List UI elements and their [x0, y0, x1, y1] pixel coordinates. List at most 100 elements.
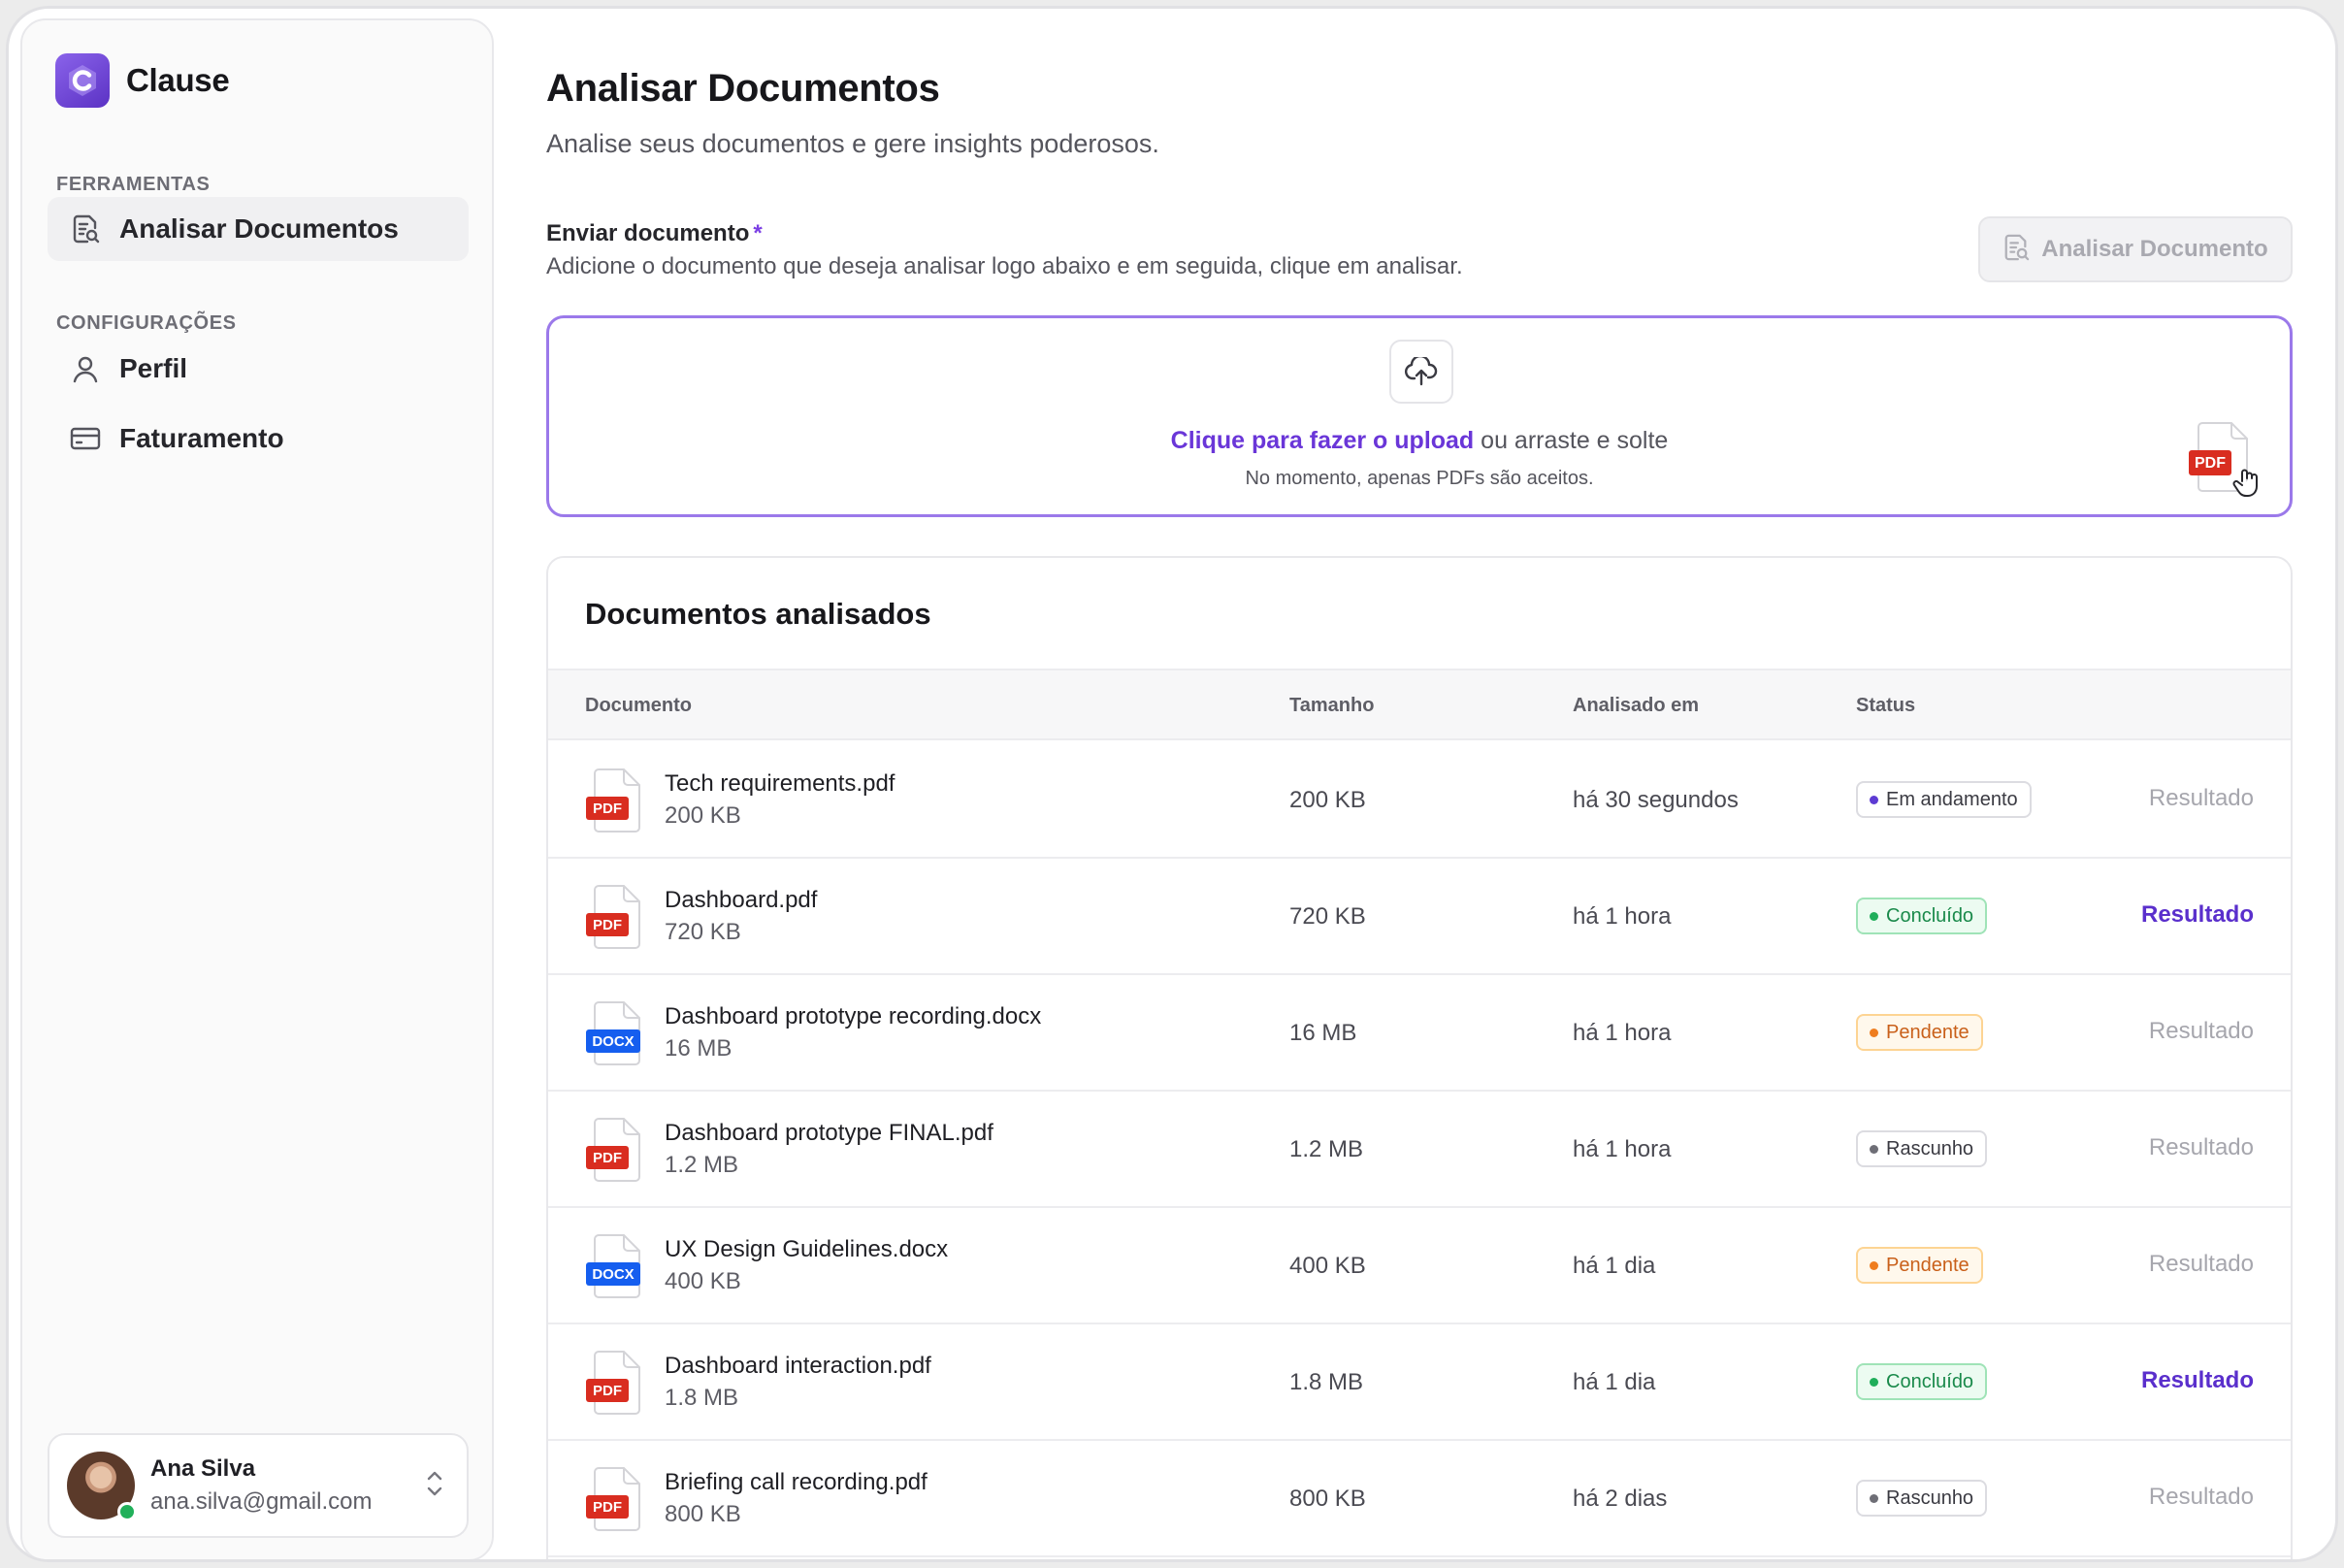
upload-link[interactable]: Clique para fazer o upload — [1171, 427, 1475, 454]
file-name[interactable]: Briefing call recording.pdf — [665, 1469, 928, 1496]
file-name[interactable]: Dashboard interaction.pdf — [665, 1353, 931, 1380]
avatar — [67, 1452, 137, 1521]
status-dot — [1870, 911, 1878, 921]
status-dot — [1870, 1377, 1878, 1387]
section-label-tools: FERRAMENTAS — [56, 174, 211, 195]
column-header-status[interactable]: Status — [1856, 695, 1915, 717]
status-label: Concluído — [1886, 1370, 1974, 1392]
file-dropzone[interactable]: Clique para fazer o upload ou arraste e … — [546, 315, 2293, 517]
file-type-label: DOCX — [592, 1266, 634, 1283]
table-row[interactable]: DOCX UX Design Guidelines.docx 400 KB 400 K… — [548, 1208, 2291, 1324]
drag-file-type: PDF — [2195, 455, 2226, 472]
file-name[interactable]: UX Design Guidelines.docx — [665, 1236, 948, 1263]
column-header-analyzed-at[interactable]: Analisado em — [1573, 695, 1699, 717]
analyze-document-button[interactable]: Analisar Documento — [1978, 216, 2293, 282]
document-search-icon — [69, 212, 102, 245]
clause-logo-icon — [55, 53, 110, 108]
result-link[interactable]: Resultado — [2149, 1018, 2254, 1045]
upload-description: Adicione o documento que deseja analisar… — [546, 253, 1463, 279]
sidebar-item-label: Analisar Documentos — [119, 213, 399, 244]
sidebar-item-faturamento[interactable]: Faturamento — [48, 407, 469, 471]
status-badge: Rascunho — [1856, 1480, 1988, 1517]
section-label-settings: CONFIGURAÇÕES — [56, 312, 237, 334]
status-label: Rascunho — [1886, 1486, 1974, 1509]
status-dot — [1870, 1493, 1878, 1503]
file-name[interactable]: Dashboard prototype recording.docx — [665, 1003, 1041, 1030]
chevron-up-down-icon[interactable] — [424, 1468, 445, 1504]
result-link[interactable]: Resultado — [2141, 901, 2254, 929]
analyzed-at-cell: há 2 dias — [1573, 1486, 1668, 1512]
status-label: Pendente — [1886, 1254, 1970, 1276]
pdf-file-icon: PDF — [585, 1350, 647, 1421]
app-window: Clause FERRAMENTAS Analisar Documentos C… — [6, 6, 2338, 1562]
analyzed-at-cell: há 1 hora — [1573, 1136, 1672, 1162]
user-name: Ana Silva — [150, 1455, 256, 1482]
result-link[interactable]: Resultado — [2149, 1484, 2254, 1511]
status-badge: Pendente — [1856, 1247, 1983, 1284]
pdf-file-icon: PDF — [585, 768, 647, 838]
file-name[interactable]: Tech requirements.pdf — [665, 770, 895, 798]
result-link[interactable]: Resultado — [2149, 1251, 2254, 1278]
file-name[interactable]: Dashboard.pdf — [665, 887, 817, 914]
page-subtitle: Analise seus documentos e gere insights … — [546, 129, 1159, 158]
column-header-document[interactable]: Documento — [585, 695, 692, 717]
table-row[interactable]: PDF Dashboard prototype FINAL.pdf 1.2 MB 1.… — [548, 1092, 2291, 1208]
table-row[interactable]: DOCX Dashboard prototype recording.docx 16… — [548, 975, 2291, 1092]
file-size-subtitle: 1.8 MB — [665, 1385, 739, 1411]
file-size-cell: 16 MB — [1289, 1020, 1357, 1046]
status-dot — [1870, 1028, 1878, 1037]
file-type-label: DOCX — [592, 1033, 634, 1050]
analyzed-at-cell: há 1 dia — [1573, 1253, 1656, 1279]
status-badge: Concluído — [1856, 898, 1988, 934]
file-size-cell: 800 KB — [1289, 1486, 1366, 1512]
analyzed-at-cell: há 1 hora — [1573, 1020, 1672, 1046]
brand[interactable]: Clause — [55, 53, 230, 108]
required-mark: * — [753, 220, 763, 246]
status-badge: Em andamento — [1856, 781, 2032, 818]
file-size-cell: 1.2 MB — [1289, 1136, 1364, 1162]
file-size-subtitle: 720 KB — [665, 919, 741, 945]
file-size-cell: 200 KB — [1289, 787, 1366, 813]
status-badge: Concluído — [1856, 1363, 1988, 1400]
status-label: Em andamento — [1886, 788, 2018, 810]
sidebar-item-analisar-documentos[interactable]: Analisar Documentos — [48, 197, 469, 261]
file-size-cell: 400 KB — [1289, 1253, 1366, 1279]
file-size-subtitle: 16 MB — [665, 1035, 732, 1062]
dragged-pdf-file: PDF — [2189, 421, 2261, 507]
user-icon — [69, 352, 102, 385]
analyze-button-label: Analisar Documento — [2041, 236, 2268, 262]
result-link[interactable]: Resultado — [2149, 1134, 2254, 1161]
online-status-dot — [117, 1502, 137, 1521]
result-link[interactable]: Resultado — [2141, 1367, 2254, 1394]
file-type-label: PDF — [593, 1383, 622, 1399]
status-label: Rascunho — [1886, 1137, 1974, 1160]
column-header-size[interactable]: Tamanho — [1289, 695, 1374, 717]
page-title: Analisar Documentos — [546, 67, 940, 110]
dropzone-note: No momento, apenas PDFs são aceitos. — [1245, 468, 1594, 489]
brand-name: Clause — [126, 62, 230, 98]
status-dot — [1870, 1260, 1878, 1270]
upload-label-text: Enviar documento — [546, 220, 750, 246]
sidebar-item-perfil[interactable]: Perfil — [48, 337, 469, 401]
file-size-subtitle: 400 KB — [665, 1268, 741, 1294]
file-size-cell: 720 KB — [1289, 903, 1366, 930]
user-email: ana.silva@gmail.com — [150, 1488, 373, 1515]
status-dot — [1870, 1144, 1878, 1154]
table-row[interactable]: PDF Briefing call recording.pdf 800 KB 800 … — [548, 1441, 2291, 1557]
file-name[interactable]: Dashboard prototype FINAL.pdf — [665, 1120, 993, 1147]
status-label: Pendente — [1886, 1021, 1970, 1043]
credit-card-icon — [69, 422, 102, 455]
status-label: Concluído — [1886, 904, 1974, 927]
user-menu[interactable]: Ana Silva ana.silva@gmail.com — [48, 1433, 469, 1538]
status-dot — [1870, 795, 1878, 804]
dropzone-instructions: Clique para fazer o upload ou arraste e … — [549, 427, 2290, 455]
table-row[interactable]: PDF Dashboard interaction.pdf 1.8 MB 1.8 MB… — [548, 1324, 2291, 1441]
file-size-subtitle: 1.2 MB — [665, 1152, 739, 1178]
analyzed-at-cell: há 1 hora — [1573, 903, 1672, 930]
file-size-subtitle: 200 KB — [665, 802, 741, 829]
table-row[interactable]: PDF Dashboard.pdf 720 KB 720 KB há 1 hora Con… — [548, 859, 2291, 975]
result-link[interactable]: Resultado — [2149, 785, 2254, 812]
table-row[interactable]: PDF Tech requirements.pdf 200 KB 200 KB há 3… — [548, 742, 2291, 859]
status-badge: Pendente — [1856, 1014, 1983, 1051]
pdf-file-icon: PDF — [585, 1466, 647, 1537]
